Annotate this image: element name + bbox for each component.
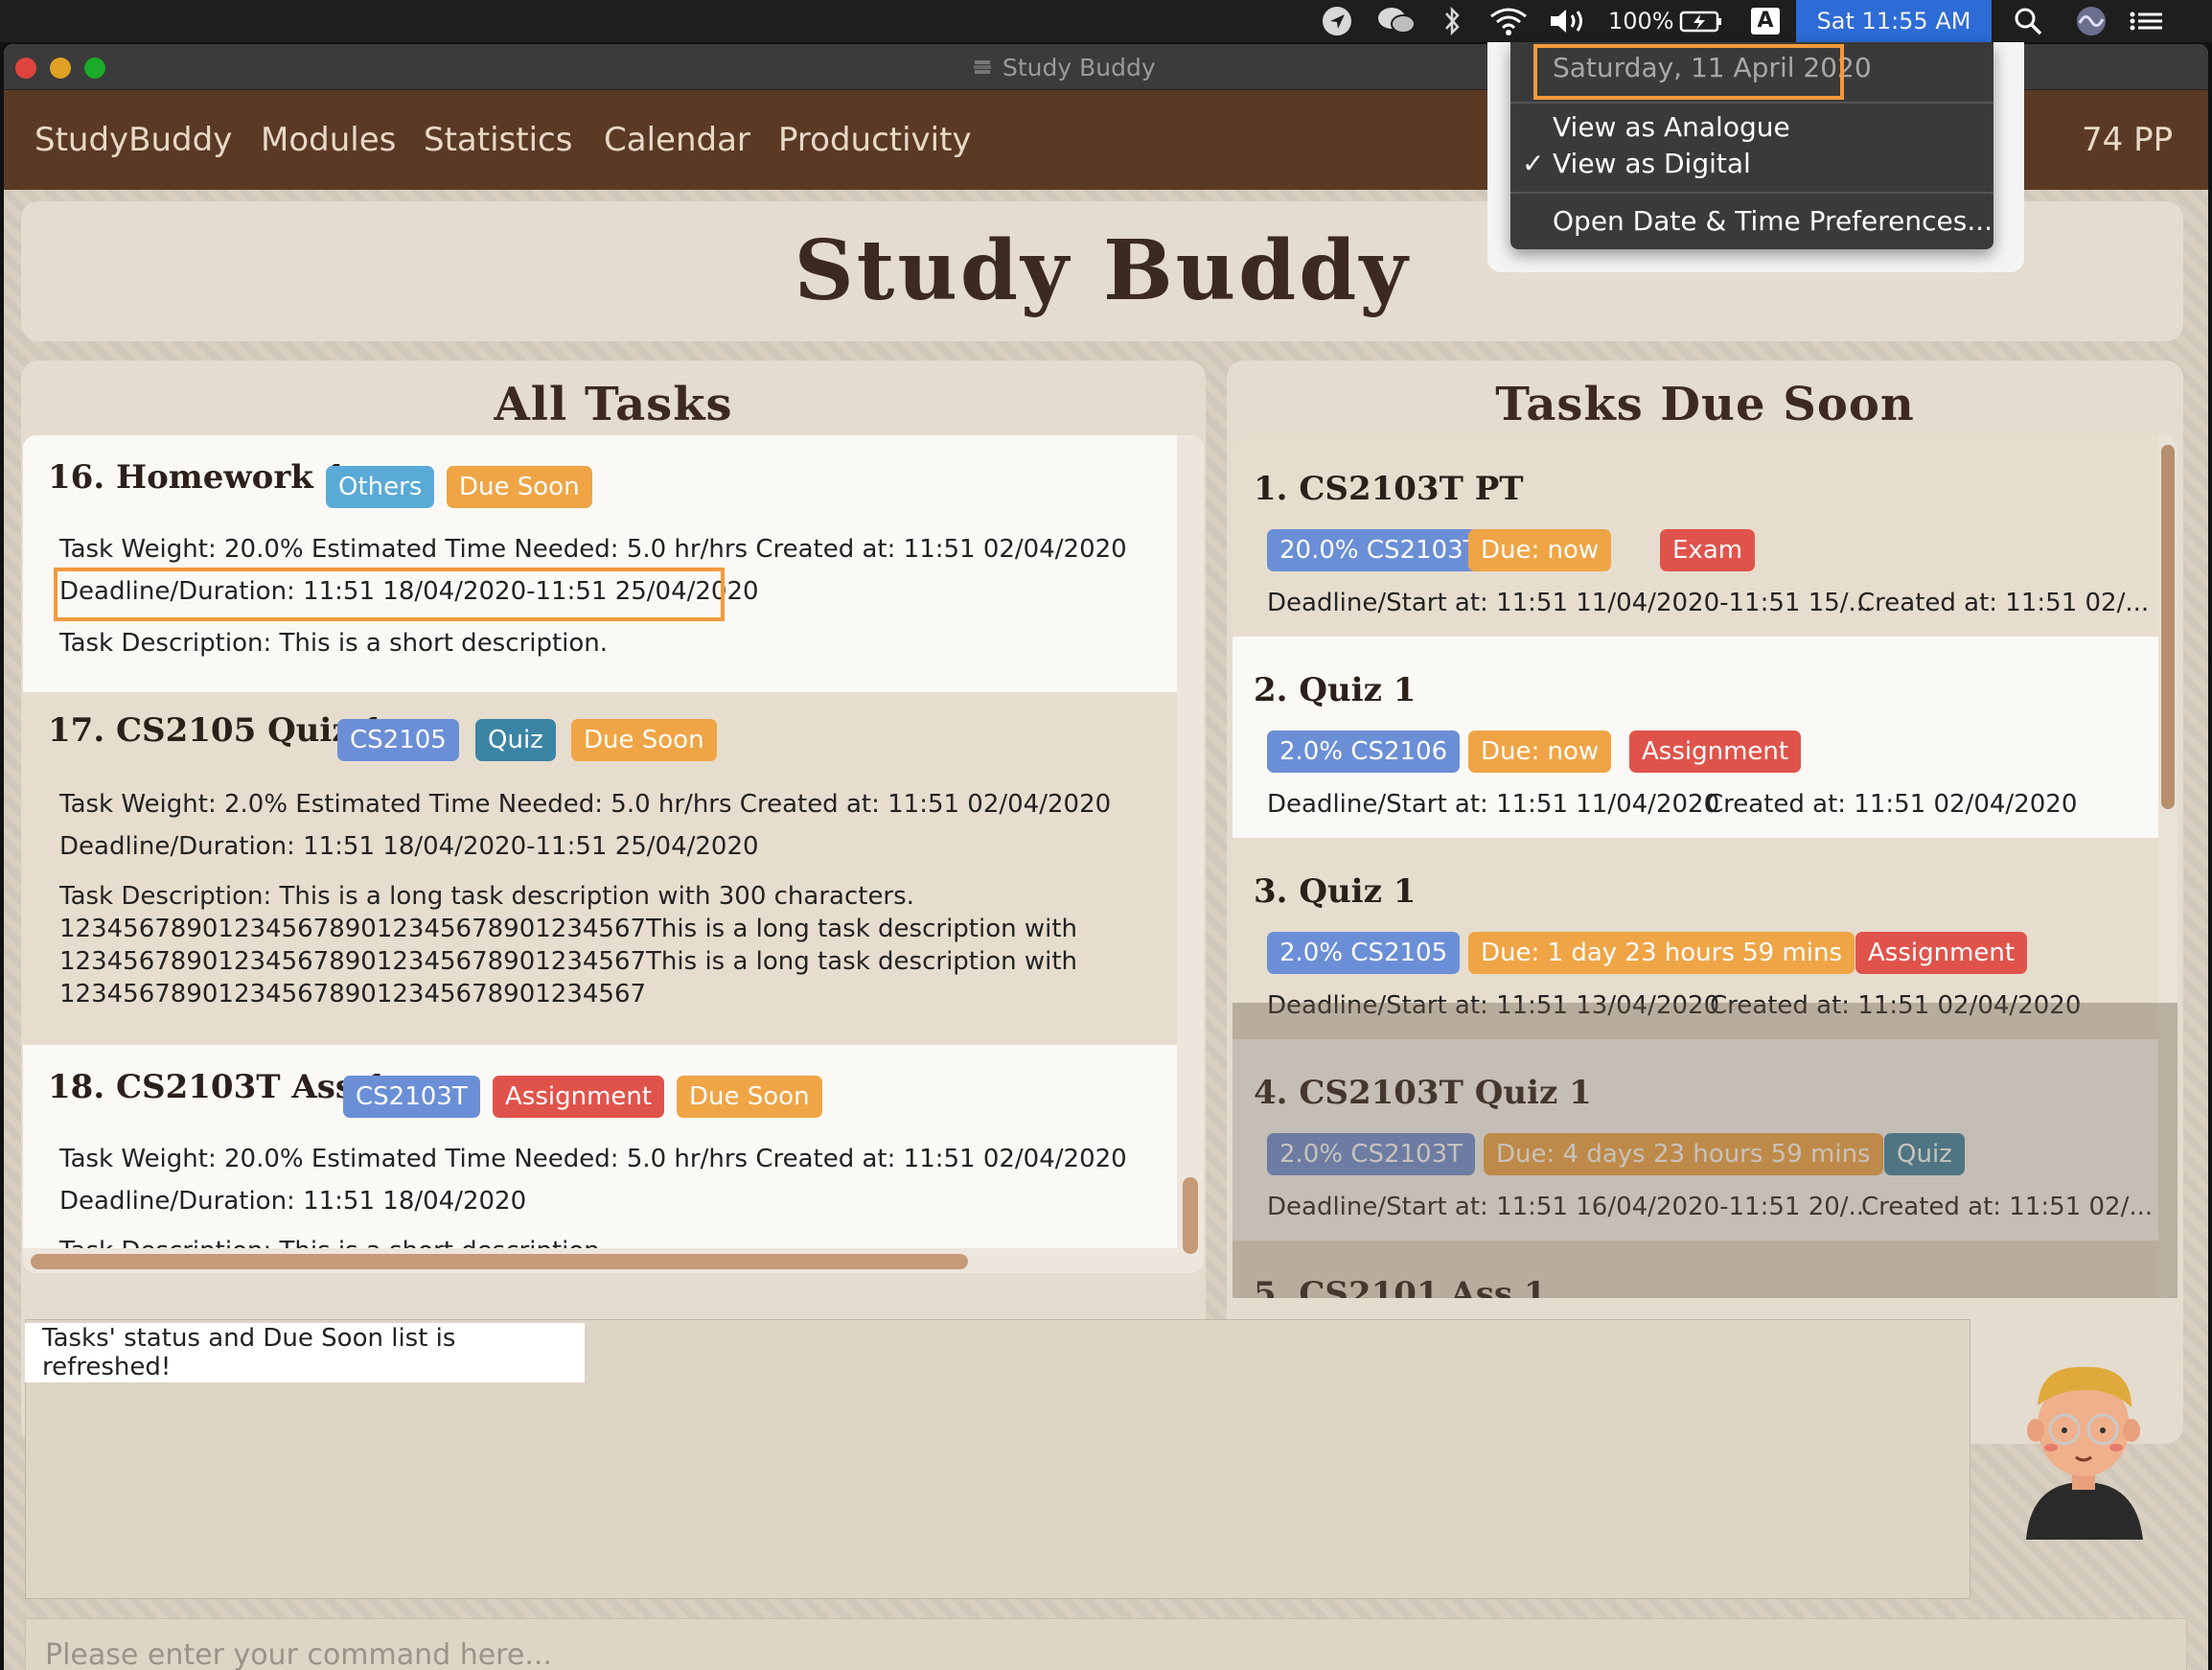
menu-item-view-analogue[interactable]: View as Analogue [1553, 111, 1790, 143]
app-window: Study Buddy StudyBuddy Modules Statistic… [4, 44, 2208, 1670]
checkmark-icon: ✓ [1522, 148, 1545, 179]
spotlight-icon[interactable] [2013, 0, 2043, 42]
module-badge: CS2103T [343, 1076, 480, 1118]
close-window-button[interactable] [15, 58, 36, 79]
nav-brand[interactable]: StudyBuddy [35, 90, 232, 190]
task-title: 1. CS2103T PT [1254, 470, 1524, 508]
type-badge: Assignment [1855, 932, 2028, 974]
menu-bar-clock[interactable]: Sat 11:55 AM [1796, 0, 1992, 42]
task-title: 3. Quiz 1 [1254, 872, 1417, 911]
book-stack-icon [974, 60, 991, 74]
due-soon-badge: Due Soon [571, 719, 717, 761]
avatar [2026, 1366, 2143, 1540]
weight-module-badge: 2.0% CS2105 [1267, 932, 1461, 974]
due-soon-header: Tasks Due Soon [1495, 378, 1915, 431]
nav-productivity[interactable]: Productivity [778, 90, 972, 190]
bluetooth-icon[interactable] [1441, 0, 1463, 42]
highlight-box [1533, 44, 1844, 100]
task-title: 16. Homework 1 [48, 458, 348, 497]
input-source-icon[interactable]: A [1750, 0, 1781, 42]
task-title: 17. CS2105 Quiz 1 [48, 711, 385, 750]
window-title: Study Buddy [972, 44, 1156, 90]
clock-dropdown-menu: Saturday, 11 April 2020 View as Analogue… [1510, 42, 1993, 249]
menu-separator [1510, 102, 1993, 104]
wechat-icon[interactable] [1376, 0, 1417, 42]
task-meta-line: Task Weight: 20.0% Estimated Time Needed… [59, 535, 1127, 564]
zoom-window-button[interactable] [84, 58, 105, 79]
menu-separator [1510, 192, 1993, 194]
type-badge: Assignment [1629, 731, 1802, 773]
list-item[interactable]: 16. Homework 1 Others Due Soon Task Weig… [23, 435, 1204, 692]
task-created: Created at: 11:51 02/04/2020 [1706, 790, 2078, 819]
due-soon-badge: Due Soon [677, 1076, 822, 1118]
type-badge: Exam [1660, 529, 1756, 571]
due-time-badge: Due: now [1468, 731, 1612, 773]
siri-icon[interactable] [2074, 0, 2108, 42]
volume-icon[interactable] [1547, 0, 1591, 42]
category-badge: Others [326, 466, 435, 508]
battery-icon[interactable] [1679, 0, 1723, 42]
input-source-label: A [1751, 8, 1780, 35]
task-deadline: Deadline/Duration: 11:51 18/04/2020-11:5… [59, 832, 759, 861]
nav-calendar[interactable]: Calendar [604, 90, 750, 190]
nav-statistics[interactable]: Statistics [424, 90, 572, 190]
weight-module-badge: 2.0% CS2106 [1267, 731, 1461, 773]
vertical-scrollbar-thumb[interactable] [1183, 1177, 1198, 1254]
task-deadline: Deadline/Start at: 11:51 11/04/2020 [1267, 790, 1720, 819]
due-soon-badge: Due Soon [447, 466, 592, 508]
task-deadline: Deadline/Duration: 11:51 18/04/2020 [59, 1187, 527, 1216]
list-item[interactable]: 2. Quiz 1 2.0% CS2106 Due: now Assignmen… [1233, 637, 2177, 838]
list-item[interactable]: 17. CS2105 Quiz 1 CS2105 Quiz Due Soon T… [23, 692, 1204, 1045]
productivity-points: 74 PP [2082, 121, 2174, 159]
task-meta-line: Task Weight: 2.0% Estimated Time Needed:… [59, 790, 1112, 819]
module-badge: CS2105 [337, 719, 459, 761]
macos-menu-bar: 100% A Sat 11:55 AM [0, 0, 2212, 42]
list-item[interactable]: 18. CS2103T Ass 1 CS2103T Assignment Due… [23, 1045, 1204, 1273]
all-tasks-header: All Tasks [494, 378, 733, 431]
task-meta-line: Task Weight: 20.0% Estimated Time Needed… [59, 1145, 1127, 1173]
window-title-text: Study Buddy [1002, 53, 1156, 81]
wifi-icon[interactable] [1487, 0, 1530, 42]
task-description: Task Description: This is a short descri… [59, 629, 609, 658]
menu-item-open-preferences[interactable]: Open Date & Time Preferences... [1553, 205, 1993, 237]
nav-modules[interactable]: Modules [261, 90, 396, 190]
all-tasks-list[interactable]: 16. Homework 1 Others Due Soon Task Weig… [23, 435, 1204, 1273]
location-icon[interactable] [1321, 0, 1353, 42]
list-item[interactable]: 1. CS2103T PT 20.0% CS2103T Due: now Exa… [1233, 435, 2177, 637]
minimize-window-button[interactable] [50, 58, 71, 79]
task-created: Created at: 11:51 02/... [1857, 589, 2150, 617]
task-description: Task Description: This is a long task de… [59, 882, 1078, 1009]
task-title: 18. CS2103T Ass 1 [48, 1068, 388, 1106]
command-input[interactable] [25, 1618, 2187, 1670]
menu-item-view-digital[interactable]: View as Digital [1553, 148, 1751, 179]
type-badge: Quiz [475, 719, 556, 761]
horizontal-scrollbar-thumb[interactable] [31, 1254, 968, 1269]
notification-center-icon[interactable] [2128, 0, 2164, 42]
highlight-box [54, 568, 725, 621]
due-time-badge: Due: 1 day 23 hours 59 mins [1468, 932, 1855, 974]
task-deadline: Deadline/Start at: 11:51 11/04/2020-11:5… [1267, 589, 1873, 617]
vertical-scrollbar-thumb[interactable] [2161, 445, 2175, 809]
vertical-scrollbar-track[interactable] [1177, 435, 1204, 1273]
list-fade-overlay [1233, 1003, 2177, 1298]
weight-module-badge: 20.0% CS2103T [1267, 529, 1491, 571]
due-time-badge: Due: now [1468, 529, 1612, 571]
type-badge: Assignment [493, 1076, 665, 1118]
battery-percent: 100% [1608, 8, 1674, 35]
result-message: Tasks' status and Due Soon list is refre… [25, 1323, 585, 1382]
task-title: 2. Quiz 1 [1254, 671, 1417, 709]
